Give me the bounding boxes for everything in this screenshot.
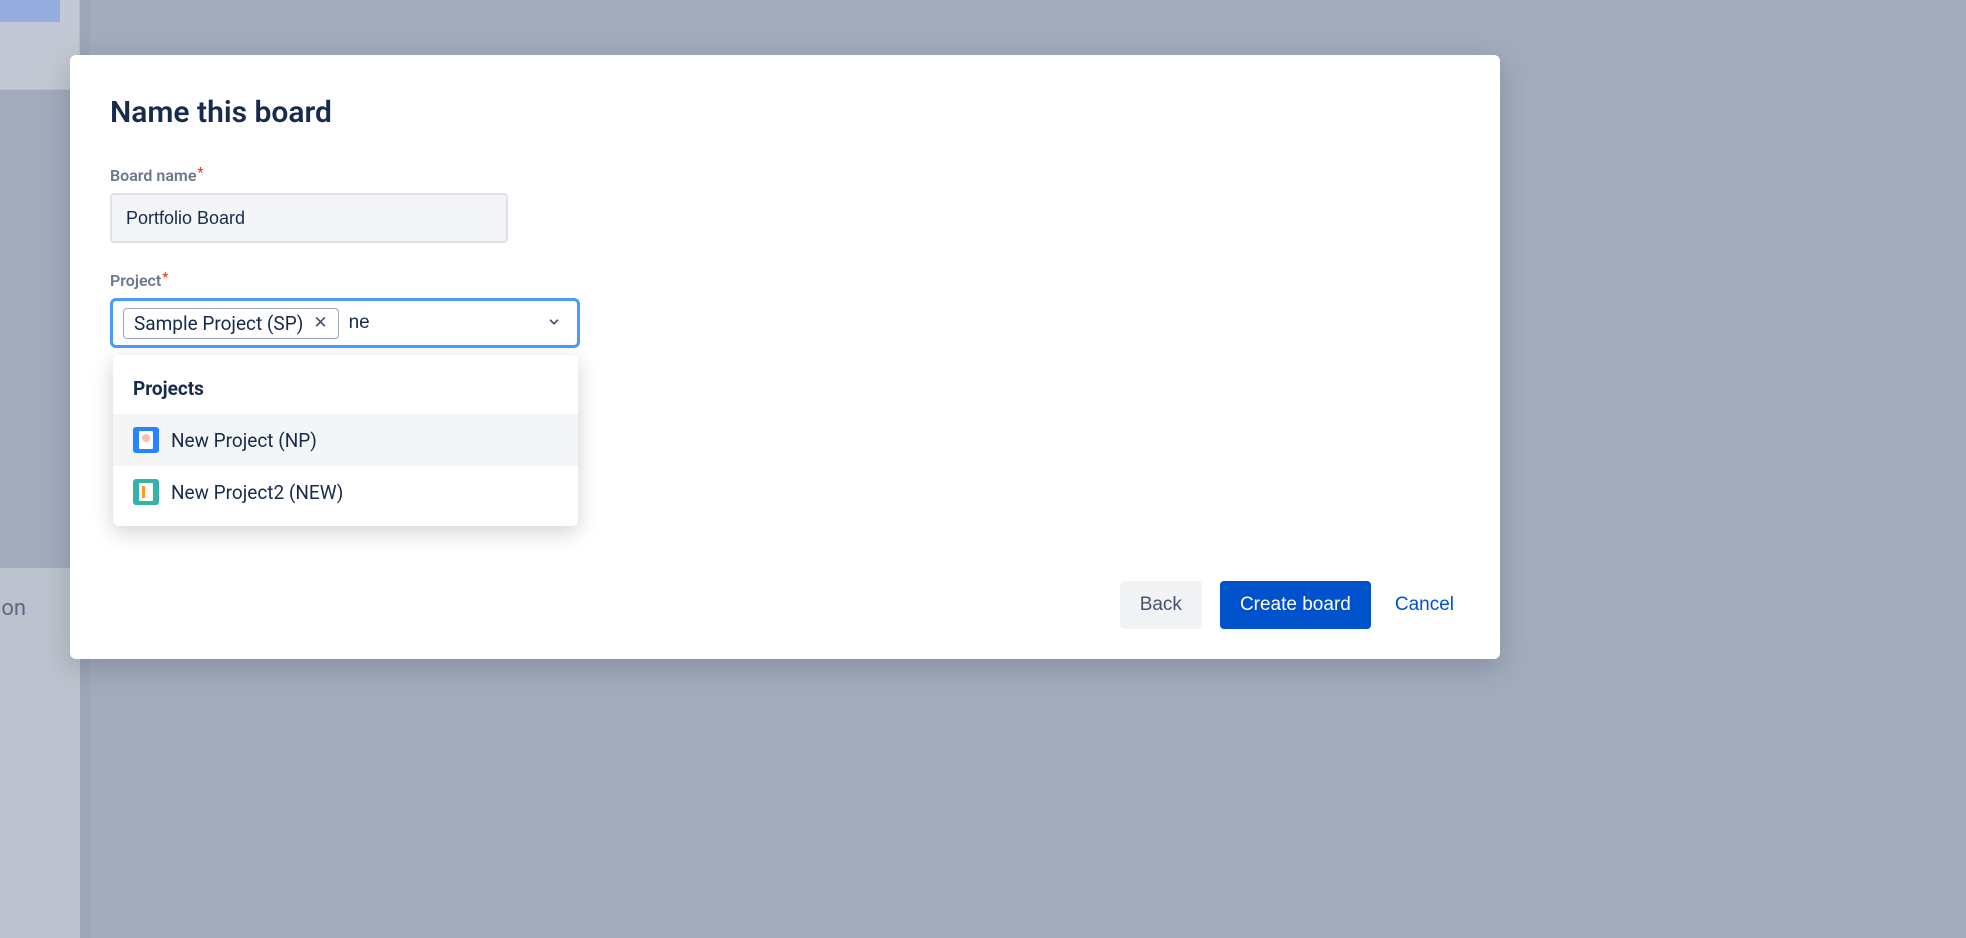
name-board-modal: Name this board Board name* Project* Sam… <box>70 55 1500 659</box>
board-name-input[interactable] <box>110 193 508 243</box>
board-name-label: Board name <box>110 166 196 185</box>
back-button[interactable]: Back <box>1120 581 1202 629</box>
create-board-button[interactable]: Create board <box>1220 581 1371 629</box>
required-asterisk-icon: * <box>197 165 203 181</box>
project-field-group: Project* Sample Project (SP) ✕ Projects … <box>110 271 1460 348</box>
modal-footer: Back Create board Cancel <box>110 561 1460 629</box>
dropdown-toggle[interactable] <box>547 314 567 333</box>
bg-truncated-text: ion <box>0 596 26 621</box>
dropdown-item-new-project2[interactable]: New Project2 (NEW) <box>113 466 578 518</box>
project-chip-label: Sample Project (SP) <box>134 312 303 335</box>
dropdown-item-label: New Project (NP) <box>171 429 317 452</box>
project-chip: Sample Project (SP) ✕ <box>123 308 339 339</box>
chevron-down-icon <box>547 315 561 329</box>
project-label: Project <box>110 271 161 290</box>
project-dropdown: Projects New Project (NP) New Project2 (… <box>113 355 578 526</box>
bg-highlight <box>0 0 60 22</box>
project-icon <box>133 479 159 505</box>
dropdown-heading: Projects <box>113 377 578 414</box>
cancel-button[interactable]: Cancel <box>1389 581 1460 629</box>
project-icon <box>133 427 159 453</box>
project-select[interactable]: Sample Project (SP) ✕ Projects New Proje… <box>110 298 580 348</box>
dropdown-item-label: New Project2 (NEW) <box>171 481 343 504</box>
modal-title: Name this board <box>110 95 1460 130</box>
bg-panel-bottom <box>0 568 80 938</box>
board-name-field-group: Board name* <box>110 166 1460 243</box>
required-asterisk-icon: * <box>162 270 168 286</box>
project-search-input[interactable] <box>349 312 389 334</box>
dropdown-item-new-project[interactable]: New Project (NP) <box>113 414 578 466</box>
remove-chip-icon[interactable]: ✕ <box>311 315 329 332</box>
